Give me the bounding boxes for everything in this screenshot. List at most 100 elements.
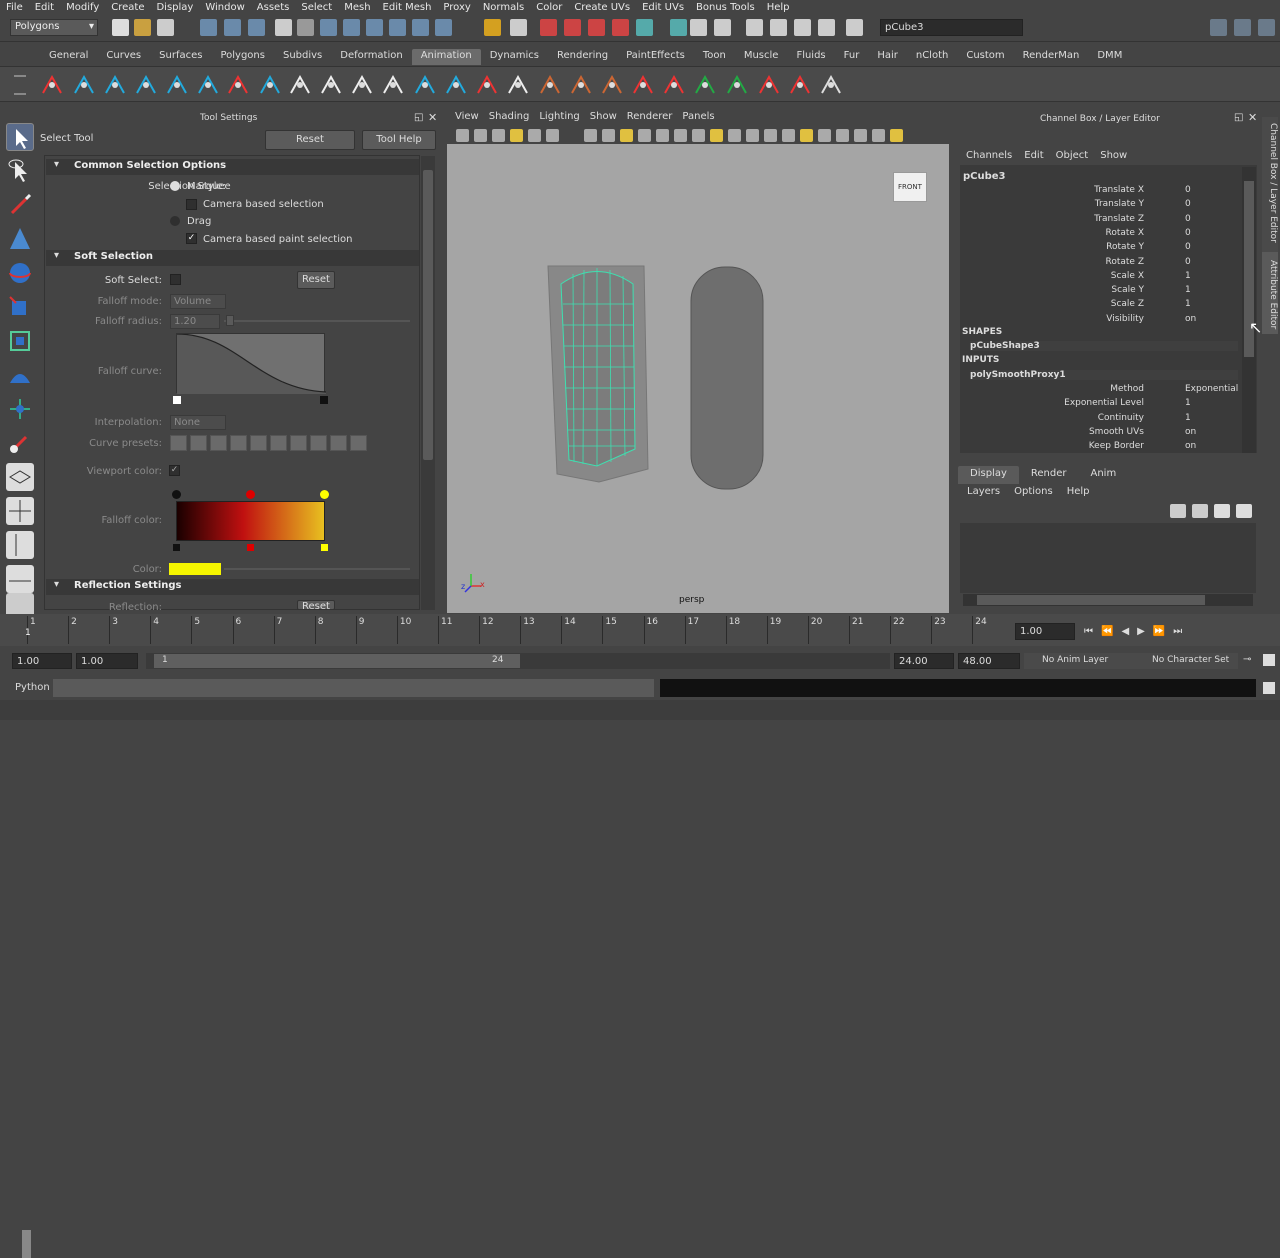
- channel-scrollbar[interactable]: [1242, 167, 1256, 453]
- viewport-toolbar-icon[interactable]: [602, 129, 615, 142]
- status-tool-icon[interactable]: [588, 19, 605, 36]
- shelf-tool-icon[interactable]: [258, 73, 282, 97]
- curve-preset-button[interactable]: [210, 435, 227, 451]
- reset-tool-button[interactable]: Reset: [265, 130, 355, 150]
- menu-item[interactable]: Window: [199, 2, 250, 13]
- falloff-radius-slider[interactable]: [224, 320, 410, 322]
- shelf-tool-icon[interactable]: [475, 73, 499, 97]
- ramp-marker[interactable]: [320, 490, 329, 499]
- viewport-toolbar-icon[interactable]: [584, 129, 597, 142]
- menu-item[interactable]: Mesh: [338, 2, 376, 13]
- status-tool-icon[interactable]: [224, 19, 241, 36]
- drag-radio[interactable]: [170, 216, 180, 226]
- lasso-tool-icon[interactable]: [6, 157, 34, 185]
- soft-select-checkbox[interactable]: [170, 274, 181, 285]
- shelf-tab[interactable]: Toon: [694, 49, 735, 65]
- ramp-marker[interactable]: [172, 490, 181, 499]
- menu-item[interactable]: Create UVs: [568, 2, 636, 13]
- viewport-color-checkbox[interactable]: ✓: [169, 465, 180, 476]
- shelf-tab[interactable]: Fluids: [787, 49, 834, 65]
- viewport-menu-item[interactable]: View: [450, 111, 484, 125]
- menu-item[interactable]: Edit Mesh: [377, 2, 438, 13]
- channel-row[interactable]: Rotate Y 0: [960, 242, 1240, 256]
- layer-menu-item[interactable]: Layers: [960, 486, 1007, 500]
- channel-row[interactable]: Scale X 1: [960, 271, 1240, 285]
- status-tool-icon[interactable]: [112, 19, 129, 36]
- channel-row[interactable]: Exponential Level 1: [960, 398, 1240, 412]
- status-tool-icon[interactable]: [612, 19, 629, 36]
- ramp-key[interactable]: [247, 544, 254, 551]
- key-icon[interactable]: ⊸: [1243, 654, 1251, 665]
- inputs-label[interactable]: INPUTS: [962, 355, 999, 365]
- layer-icon[interactable]: [1192, 504, 1208, 518]
- layer-icon[interactable]: [1170, 504, 1186, 518]
- curve-preset-button[interactable]: [190, 435, 207, 451]
- shelf-tab[interactable]: PaintEffects: [617, 49, 694, 65]
- mode-selector[interactable]: Polygons ▾: [10, 19, 98, 36]
- status-tool-icon[interactable]: [818, 19, 835, 36]
- shelf-tool-icon[interactable]: [662, 73, 686, 97]
- viewport-toolbar-icon[interactable]: [674, 129, 687, 142]
- viewport-toolbar-icon[interactable]: [764, 129, 777, 142]
- tool-scrollbar[interactable]: [421, 156, 435, 610]
- channel-menu-item[interactable]: Object: [1050, 150, 1095, 164]
- shelf-tab[interactable]: Rendering: [548, 49, 617, 65]
- camera-paint-checkbox[interactable]: ✓: [186, 233, 197, 244]
- shelf-tool-icon[interactable]: [134, 73, 158, 97]
- curve-preset-button[interactable]: [230, 435, 247, 451]
- ramp-key[interactable]: [321, 544, 328, 551]
- curve-preset-button[interactable]: [350, 435, 367, 451]
- viewport-toolbar-icon[interactable]: [872, 129, 885, 142]
- end-time-field[interactable]: 48.00: [958, 653, 1020, 669]
- object-name-field[interactable]: pCube3: [880, 19, 1023, 36]
- persp-outliner-layout-icon[interactable]: [6, 531, 34, 559]
- shelf-tab[interactable]: Curves: [97, 49, 150, 65]
- layout-icon[interactable]: [1258, 19, 1275, 36]
- shelf-tool-icon[interactable]: [631, 73, 655, 97]
- menu-item[interactable]: Modify: [60, 2, 105, 13]
- channel-row[interactable]: Method Exponential: [960, 384, 1240, 398]
- paint-select-icon[interactable]: [6, 191, 34, 219]
- shelf-tab[interactable]: DMM: [1088, 49, 1131, 65]
- menu-item[interactable]: Select: [295, 2, 338, 13]
- shelf-tab[interactable]: Dynamics: [481, 49, 548, 65]
- status-tool-icon[interactable]: [275, 19, 292, 36]
- menu-item[interactable]: Help: [761, 2, 796, 13]
- channel-attr-value[interactable]: 0: [1185, 214, 1191, 224]
- curve-preset-button[interactable]: [290, 435, 307, 451]
- shelf-tab[interactable]: Polygons: [211, 49, 274, 65]
- menu-item[interactable]: Display: [150, 2, 199, 13]
- range-slider[interactable]: [146, 653, 890, 669]
- shelf-tool-icon[interactable]: [693, 73, 717, 97]
- shelf-tab[interactable]: Fur: [835, 49, 869, 65]
- falloff-curve-graph[interactable]: [176, 333, 327, 394]
- status-tool-icon[interactable]: [412, 19, 429, 36]
- layer-tab[interactable]: Display: [958, 466, 1019, 484]
- shelf-tool-icon[interactable]: [226, 73, 250, 97]
- menu-item[interactable]: Normals: [477, 2, 530, 13]
- playback-start-field[interactable]: 1.00: [76, 653, 138, 669]
- channel-row[interactable]: Translate X 0: [960, 185, 1240, 199]
- menu-item[interactable]: Edit UVs: [636, 2, 690, 13]
- channel-attr-value[interactable]: 0: [1185, 257, 1191, 267]
- shelf-tab[interactable]: nCloth: [907, 49, 957, 65]
- channel-row[interactable]: Visibility on: [960, 314, 1240, 328]
- persp-graph-layout-icon[interactable]: [6, 565, 34, 593]
- current-time-marker[interactable]: [22, 1230, 31, 1258]
- shelf-tab[interactable]: Custom: [957, 49, 1013, 65]
- ramp-key[interactable]: [173, 544, 180, 551]
- viewport-toolbar-icon[interactable]: [456, 129, 469, 142]
- preferences-icon[interactable]: [1263, 654, 1275, 666]
- shelf-menu-icon[interactable]: [14, 75, 26, 95]
- shelf-tool-icon[interactable]: [165, 73, 189, 97]
- channel-attr-value[interactable]: 1: [1185, 398, 1191, 408]
- viewport-toolbar-icon[interactable]: [800, 129, 813, 142]
- channel-row[interactable]: Translate Y 0: [960, 199, 1240, 213]
- close-icon[interactable]: ✕: [1248, 111, 1257, 124]
- slider-handle[interactable]: [226, 315, 234, 326]
- shelf-tab[interactable]: Animation: [411, 49, 481, 65]
- curve-key-start[interactable]: [173, 396, 181, 404]
- channel-attr-value[interactable]: 1: [1185, 285, 1191, 295]
- shelf-tab[interactable]: Subdivs: [274, 49, 331, 65]
- shape-node-name[interactable]: pCubeShape3: [970, 341, 1238, 351]
